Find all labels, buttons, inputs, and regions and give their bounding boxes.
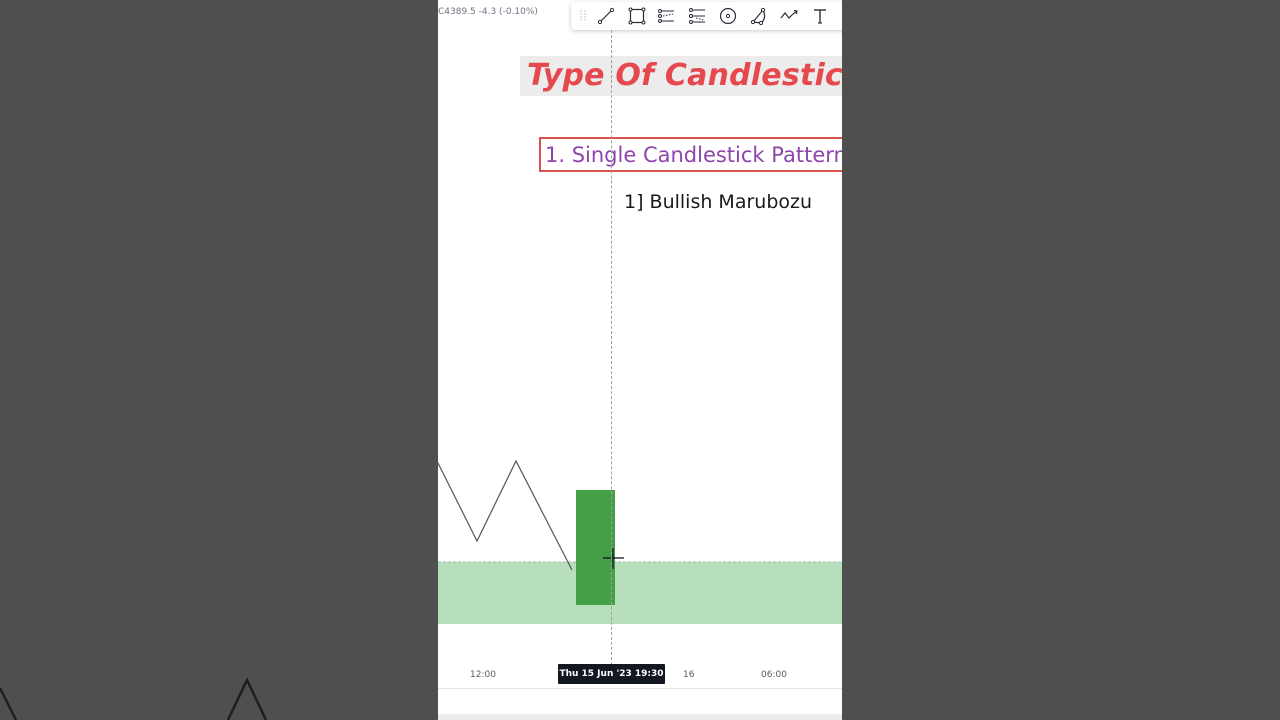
time-tick: 12:00	[470, 670, 496, 680]
time-tick: 06:00	[761, 670, 787, 680]
background-decoration	[0, 677, 268, 720]
chart-canvas[interactable]	[438, 0, 842, 720]
bullish-marubozu-candle	[576, 490, 615, 605]
time-tick: 16	[683, 670, 695, 680]
demand-zone	[438, 562, 842, 624]
chart-screen: C4389.5 -4.3 (-0.10%) Type Of Candlestic…	[438, 0, 842, 720]
bottom-bar	[438, 714, 842, 720]
crosshair-time-label: Thu 15 Jun '23 19:30	[558, 664, 665, 684]
price-line	[438, 459, 573, 571]
crosshair-vertical-line	[611, 30, 612, 670]
